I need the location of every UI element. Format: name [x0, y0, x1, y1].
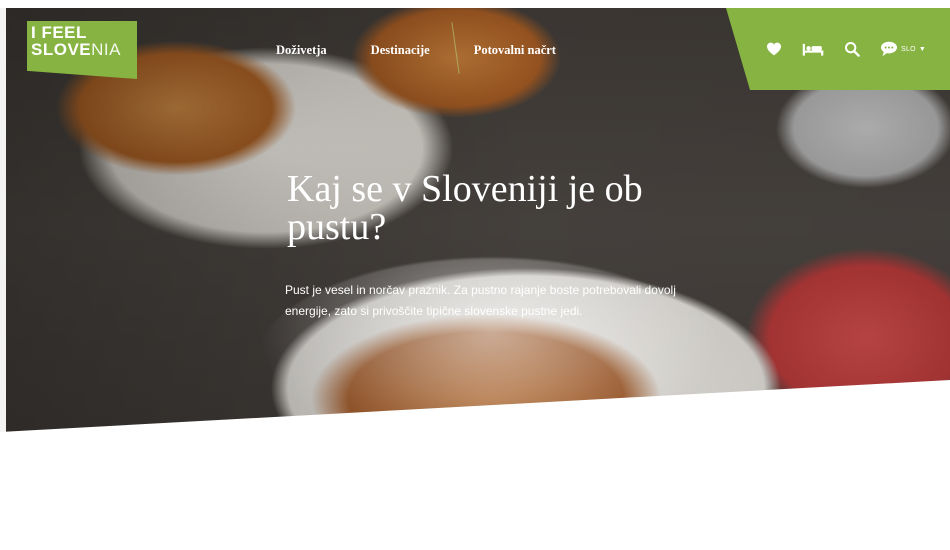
- utility-panel: SLO ▼: [726, 8, 950, 90]
- utility-icons: SLO ▼: [766, 38, 926, 60]
- chat-icon: [881, 41, 897, 57]
- logo-bold: SLOVE: [31, 40, 92, 59]
- chevron-down-icon: ▼: [918, 45, 926, 53]
- logo-light: NIA: [91, 40, 121, 59]
- logo-line2: SLOVENIA: [31, 41, 121, 59]
- hero-title: Kaj se v Sloveniji je ob pustu?: [287, 168, 643, 248]
- hero-description: Pust je vesel in norčav praznik. Za pust…: [285, 283, 676, 318]
- language-label: SLO: [901, 45, 916, 53]
- site-logo[interactable]: I FEEL SLOVENIA: [27, 21, 137, 79]
- nav-item-destinacije[interactable]: Destinacije: [371, 43, 430, 58]
- top-edge: [0, 0, 950, 8]
- search-icon[interactable]: [844, 41, 860, 57]
- page: I FEEL SLOVENIA Doživetja Destinacije Po…: [0, 0, 950, 550]
- nav-item-dozivetja[interactable]: Doživetja: [276, 43, 327, 58]
- nav-item-potovalni-nacrt[interactable]: Potovalni načrt: [474, 43, 556, 58]
- language-selector[interactable]: SLO ▼: [880, 41, 926, 57]
- main-navigation: Doživetja Destinacije Potovalni načrt: [276, 40, 600, 60]
- heart-icon[interactable]: [766, 42, 782, 56]
- bed-icon[interactable]: [802, 42, 824, 56]
